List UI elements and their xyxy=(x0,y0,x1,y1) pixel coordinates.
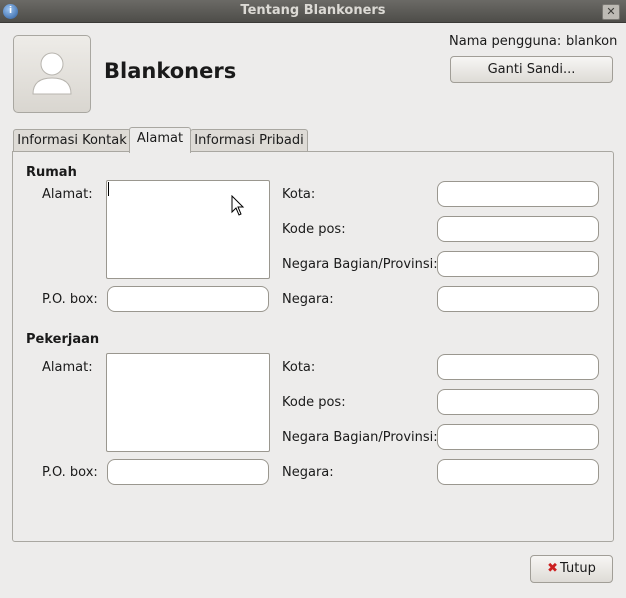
home-city-input[interactable] xyxy=(437,181,599,207)
work-city-input[interactable] xyxy=(437,354,599,380)
work-state-input[interactable] xyxy=(437,424,599,450)
close-button-label: Tutup xyxy=(560,561,596,576)
close-icon: ✖ xyxy=(547,561,559,576)
username-label: Nama pengguna: xyxy=(449,34,562,49)
home-pobox-label: P.O. box: xyxy=(42,292,98,307)
home-pobox-input[interactable] xyxy=(107,286,269,312)
home-heading: Rumah xyxy=(26,165,77,180)
home-country-input[interactable] xyxy=(437,286,599,312)
home-address-textarea[interactable] xyxy=(106,180,270,279)
home-state-input[interactable] xyxy=(437,251,599,277)
work-state-label: Negara Bagian/Provinsi: xyxy=(282,430,438,445)
user-avatar-icon xyxy=(32,52,72,95)
work-address-textarea[interactable] xyxy=(106,353,270,452)
work-postal-label: Kode pos: xyxy=(282,395,346,410)
page-title: Blankoners xyxy=(104,59,237,83)
close-button[interactable]: ✖ Tutup xyxy=(530,555,613,583)
work-address-label: Alamat: xyxy=(42,360,93,375)
window-title: Tentang Blankoners xyxy=(240,3,386,18)
home-postal-label: Kode pos: xyxy=(282,222,346,237)
work-city-label: Kota: xyxy=(282,360,316,375)
work-country-label: Negara: xyxy=(282,465,334,480)
work-postal-input[interactable] xyxy=(437,389,599,415)
work-country-input[interactable] xyxy=(437,459,599,485)
mouse-pointer-icon xyxy=(231,195,245,216)
work-heading: Pekerjaan xyxy=(26,332,100,347)
tab-personal-info[interactable]: Informasi Pribadi xyxy=(190,129,308,152)
avatar[interactable] xyxy=(13,35,91,113)
change-password-button[interactable]: Ganti Sandi... xyxy=(450,56,613,83)
home-city-label: Kota: xyxy=(282,187,316,202)
home-state-label: Negara Bagian/Provinsi: xyxy=(282,257,438,272)
home-postal-input[interactable] xyxy=(437,216,599,242)
tab-contact-info[interactable]: Informasi Kontak xyxy=(13,129,131,152)
title-bar: i Tentang Blankoners ✕ xyxy=(0,0,626,23)
username-value: blankon xyxy=(566,34,618,49)
work-pobox-label: P.O. box: xyxy=(42,465,98,480)
work-pobox-input[interactable] xyxy=(107,459,269,485)
tab-address[interactable]: Alamat xyxy=(129,127,191,153)
home-country-label: Negara: xyxy=(282,292,334,307)
home-address-label: Alamat: xyxy=(42,187,93,202)
window-close-icon[interactable]: ✕ xyxy=(602,4,620,20)
text-caret xyxy=(108,182,109,196)
